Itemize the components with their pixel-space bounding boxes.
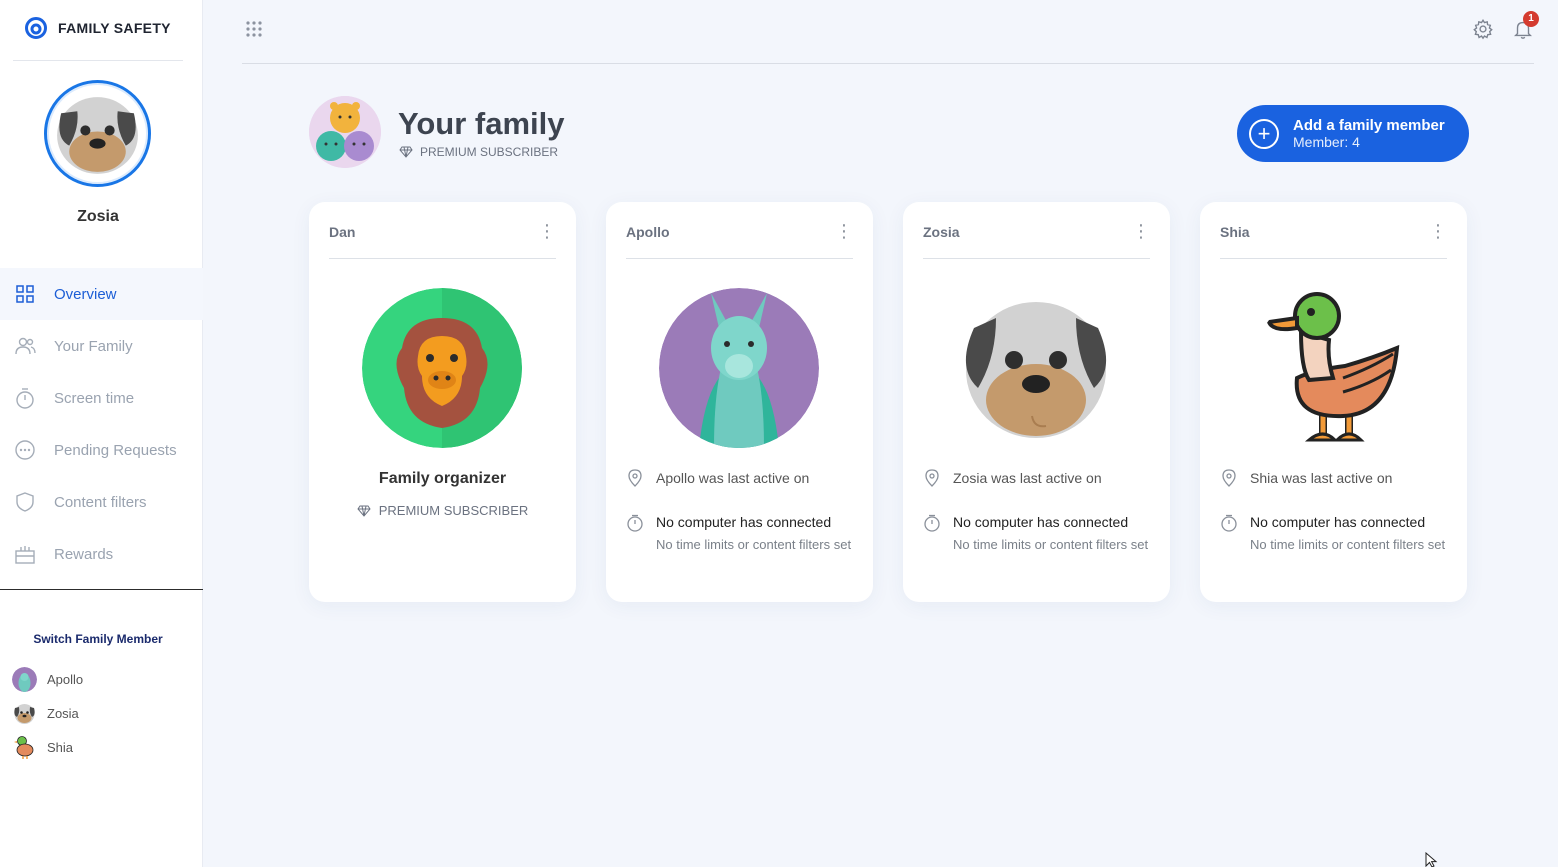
more-options-icon[interactable]: ⋮ (1429, 222, 1447, 258)
brand[interactable]: FAMILY SAFETY (24, 16, 171, 40)
switch-member-apollo[interactable]: Apollo (12, 662, 83, 696)
dog-avatar-icon (57, 97, 138, 174)
duck-avatar-icon (1253, 288, 1413, 448)
nav-label: Overview (54, 285, 117, 303)
nav-label: Content filters (54, 493, 147, 511)
switch-member-title: Switch Family Member (33, 632, 163, 646)
app-launcher-icon[interactable] (244, 19, 264, 39)
member-card-shia[interactable]: Shia ⋮ Shia was last active on No comput… (1200, 202, 1467, 602)
last-active-text: Apollo was last active on (656, 470, 810, 486)
profile-name: Zosia (77, 208, 119, 225)
switch-member-name: Shia (47, 739, 74, 755)
gift-icon (14, 543, 36, 565)
nav-item-pending-requests[interactable]: Pending Requests (0, 424, 203, 476)
grid-icon (14, 283, 36, 305)
timer-icon (627, 514, 643, 532)
sidebar: FAMILY SAFETY Zosia Overview Your Family (0, 0, 203, 867)
subscription-label: PREMIUM SUBSCRIBER (420, 145, 559, 159)
profile-avatar[interactable] (44, 80, 151, 187)
card-header: Dan ⋮ (329, 222, 556, 259)
switch-member-shia[interactable]: Shia (12, 730, 83, 764)
location-pin-icon (1222, 469, 1236, 487)
shield-icon (14, 491, 36, 513)
divider (242, 63, 1534, 64)
connection-row: No computer has connected No time limits… (626, 514, 856, 554)
plus-icon: + (1249, 118, 1279, 149)
nav-label: Screen time (54, 389, 135, 407)
nav-item-content-filters[interactable]: Content filters (0, 476, 203, 528)
last-active-row: Apollo was last active on (626, 469, 809, 487)
card-member-name: Shia (1220, 224, 1250, 240)
add-family-member-button[interactable]: + Add a family member Member: 4 (1237, 105, 1469, 162)
connection-status: No computer has connected (953, 514, 1129, 530)
timer-icon (14, 387, 36, 409)
connection-row: No computer has connected No time limits… (923, 514, 1153, 554)
nav-label: Pending Requests (54, 441, 177, 459)
connection-status: No computer has connected (656, 514, 832, 530)
divider (0, 589, 203, 590)
pending-icon (14, 439, 36, 461)
card-member-name: Apollo (626, 224, 670, 240)
card-subscription: PREMIUM SUBSCRIBER (309, 503, 576, 518)
lion-avatar-icon (362, 288, 522, 448)
divider (13, 60, 183, 61)
switch-member-list: Apollo Zosia Shia (12, 662, 83, 764)
duck-avatar-icon (12, 735, 37, 760)
diamond-icon (357, 505, 371, 517)
connection-status: No computer has connected (1250, 514, 1426, 530)
llama-avatar-icon (659, 288, 819, 448)
card-header: Zosia ⋮ (923, 222, 1150, 259)
people-icon (14, 335, 36, 357)
connection-row: No computer has connected No time limits… (1220, 514, 1450, 554)
nav-label: Rewards (54, 545, 114, 563)
switch-member-zosia[interactable]: Zosia (12, 696, 83, 730)
limits-status: No time limits or content filters set (953, 537, 1149, 552)
more-options-icon[interactable]: ⋮ (835, 222, 853, 258)
switch-member-name: Apollo (47, 671, 84, 687)
nav-label: Your Family (54, 337, 133, 355)
card-role: Family organizer (378, 470, 507, 487)
add-button-label: Add a family member (1293, 117, 1445, 134)
notification-badge[interactable]: 1 (1523, 11, 1539, 27)
page-title: Your family (398, 106, 565, 141)
nav-item-rewards[interactable]: Rewards (0, 528, 203, 580)
brand-name: FAMILY SAFETY (58, 20, 171, 36)
limits-status: No time limits or content filters set (656, 537, 852, 552)
card-member-name: Dan (329, 224, 356, 240)
timer-icon (1221, 514, 1237, 532)
last-active-text: Shia was last active on (1250, 470, 1393, 486)
card-header: Shia ⋮ (1220, 222, 1447, 259)
family-avatar (309, 96, 381, 168)
bears-family-icon (309, 96, 381, 168)
member-count: Member: 4 (1293, 134, 1360, 150)
dog-avatar-icon (956, 288, 1116, 448)
card-member-name: Zosia (923, 224, 960, 240)
last-active-row: Zosia was last active on (923, 469, 1102, 487)
card-header: Apollo ⋮ (626, 222, 853, 259)
member-card-zosia[interactable]: Zosia ⋮ Zosia was last active on No comp… (903, 202, 1170, 602)
llama-avatar-icon (12, 666, 37, 692)
timer-icon (924, 514, 940, 532)
diamond-icon (399, 146, 413, 158)
mouse-cursor-icon (1425, 852, 1438, 867)
more-options-icon[interactable]: ⋮ (1132, 222, 1150, 258)
last-active-text: Zosia was last active on (953, 470, 1102, 486)
switch-member-name: Zosia (47, 705, 79, 721)
location-pin-icon (925, 469, 939, 487)
nav-item-screen-time[interactable]: Screen time (0, 372, 203, 424)
family-safety-logo-icon (25, 17, 47, 39)
nav-item-your-family[interactable]: Your Family (0, 320, 203, 372)
limits-status: No time limits or content filters set (1250, 537, 1446, 552)
subscription-status: PREMIUM SUBSCRIBER (399, 145, 558, 159)
more-options-icon[interactable]: ⋮ (538, 222, 556, 258)
sidebar-nav: Overview Your Family Screen time Pending… (0, 268, 203, 580)
nav-item-overview[interactable]: Overview (0, 268, 203, 320)
location-pin-icon (628, 469, 642, 487)
member-card-dan[interactable]: Dan ⋮ Family organizer PREMIUM SUBSCRIBE… (309, 202, 576, 602)
member-card-apollo[interactable]: Apollo ⋮ Apollo was last active on No co… (606, 202, 873, 602)
last-active-row: Shia was last active on (1220, 469, 1392, 487)
gear-icon[interactable] (1472, 18, 1494, 40)
dog-avatar-icon (12, 701, 37, 726)
subscription-label: PREMIUM SUBSCRIBER (378, 503, 529, 518)
